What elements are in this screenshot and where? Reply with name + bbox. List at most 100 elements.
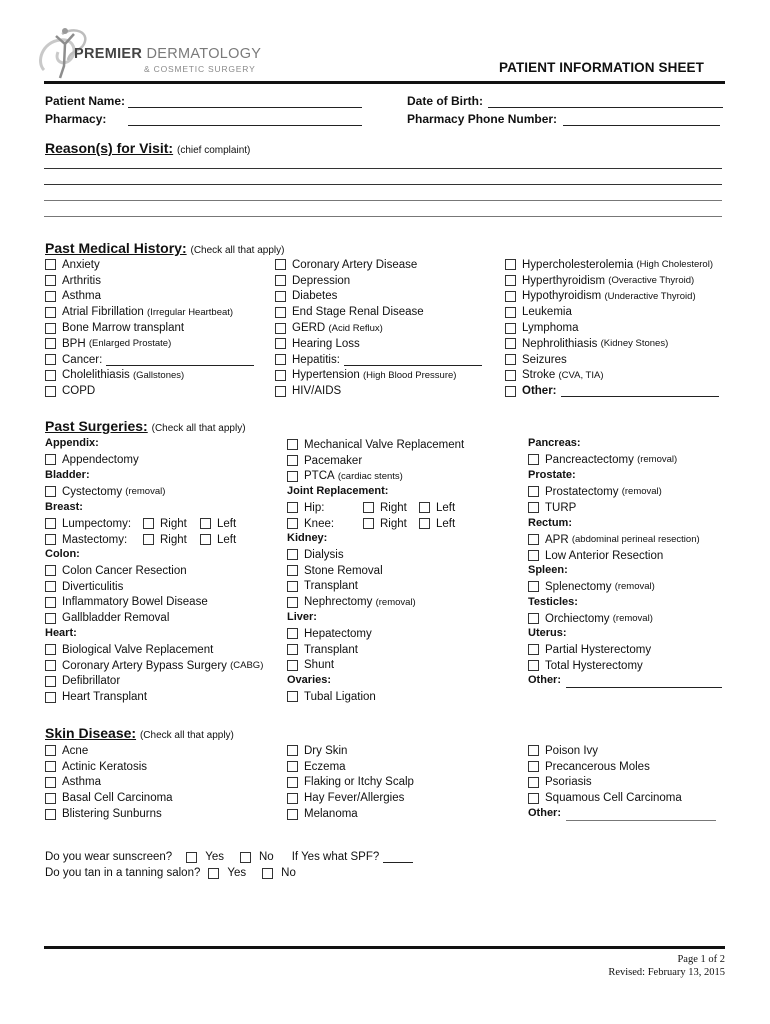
checkbox[interactable] [45,691,56,703]
checkbox[interactable] [287,455,298,467]
lumpectomy-right[interactable]: Right [143,516,187,532]
checkbox[interactable] [287,439,298,451]
surgery-heart-transplant[interactable]: Heart Transplant [45,689,147,705]
history-lymphoma[interactable]: Lymphoma [505,320,578,336]
checkbox[interactable] [287,808,298,820]
patient-name-field[interactable] [128,107,362,108]
checkbox[interactable] [528,776,539,788]
surgery-splenectomy[interactable]: Splenectomy (removal) [528,579,655,595]
skin-actinic-keratosis[interactable]: Actinic Keratosis [45,759,147,775]
write-in-field[interactable] [106,354,255,366]
checkbox[interactable] [505,306,516,318]
skin-basal-cell-carcinoma[interactable]: Basal Cell Carcinoma [45,790,173,806]
checkbox[interactable] [45,454,56,466]
checkbox[interactable] [45,338,56,350]
history-gerd[interactable]: GERD (Acid Reflux) [275,320,383,336]
checkbox[interactable] [528,502,539,514]
checkbox[interactable] [45,660,56,672]
checkbox[interactable] [275,354,286,366]
surgery-low-anterior-resection[interactable]: Low Anterior Resection [528,548,663,564]
skin-other-field[interactable] [566,820,716,821]
pharmacy-field[interactable] [128,125,362,126]
history-coronary-artery-disease[interactable]: Coronary Artery Disease [275,257,417,273]
checkbox[interactable] [528,761,539,773]
history-copd[interactable]: COPD [45,383,95,399]
skin-hay-fever-allergies[interactable]: Hay Fever/Allergies [287,790,404,806]
history-anxiety[interactable]: Anxiety [45,257,100,273]
history-hyperthyroidism[interactable]: Hyperthyroidism (Overactive Thyroid) [505,273,694,289]
checkbox[interactable] [287,761,298,773]
checkbox[interactable] [45,385,56,397]
checkbox[interactable] [45,259,56,271]
checkbox[interactable] [287,691,298,703]
surgery-gallbladder-removal[interactable]: Gallbladder Removal [45,610,169,626]
surgery-colon-cancer-resection[interactable]: Colon Cancer Resection [45,563,187,579]
checkbox[interactable] [200,518,211,530]
checkbox[interactable] [45,596,56,608]
skin-blistering-sunburns[interactable]: Blistering Sunburns [45,806,162,822]
surgery-diverticulitis[interactable]: Diverticulitis [45,579,123,595]
surgery-kidney-transplant[interactable]: Transplant [287,579,358,595]
checkbox[interactable] [45,306,56,318]
history-end-stage-renal-disease[interactable]: End Stage Renal Disease [275,304,424,320]
lumpectomy-left[interactable]: Left [200,516,236,532]
history-depression[interactable]: Depression [275,273,350,289]
mastectomy-right[interactable]: Right [143,532,187,548]
history-cancer[interactable]: Cancer: [45,352,255,368]
skin-melanoma[interactable]: Melanoma [287,806,358,822]
spf-field[interactable] [383,851,414,863]
history-hepatitis[interactable]: Hepatitis: [275,352,482,368]
checkbox[interactable] [45,745,56,757]
surgery-kidney-stone-removal[interactable]: Stone Removal [287,563,383,579]
checkbox[interactable] [275,385,286,397]
checkbox[interactable] [45,675,56,687]
checkbox[interactable] [200,534,211,546]
checkbox[interactable] [505,354,516,366]
checkbox[interactable] [528,454,539,466]
checkbox[interactable] [275,290,286,302]
history-hypertension[interactable]: Hypertension (High Blood Pressure) [275,368,456,384]
skin-flaking-or-itchy-scalp[interactable]: Flaking or Itchy Scalp [287,775,414,791]
knee-right[interactable]: Right [363,516,407,532]
history-hearing-loss[interactable]: Hearing Loss [275,336,360,352]
write-in-field[interactable] [560,385,719,398]
tanning-yes-checkbox[interactable] [208,867,220,879]
history-arthritis[interactable]: Arthritis [45,273,101,289]
skin-asthma[interactable]: Asthma [45,775,101,791]
checkbox[interactable] [275,259,286,271]
skin-psoriasis[interactable]: Psoriasis [528,775,592,791]
checkbox[interactable] [419,502,430,514]
surgery-defibrillator[interactable]: Defibrillator [45,674,120,690]
surgery-liver-shunt[interactable]: Shunt [287,658,334,674]
skin-eczema[interactable]: Eczema [287,759,346,775]
checkbox[interactable] [528,581,539,593]
history-bph[interactable]: BPH (Enlarged Prostate) [45,336,171,352]
checkbox[interactable] [419,518,430,530]
checkbox[interactable] [287,596,298,608]
checkbox[interactable] [45,486,56,498]
write-in-field[interactable] [343,354,482,366]
skin-poison-ivy[interactable]: Poison Ivy [528,743,598,759]
surgery-other-field[interactable] [566,687,722,688]
reason-line-2[interactable] [44,184,722,185]
surgery-liver-transplant[interactable]: Transplant [287,642,358,658]
reason-line-1[interactable] [44,168,722,169]
checkbox[interactable] [45,792,56,804]
checkbox[interactable] [45,354,56,366]
checkbox[interactable] [287,549,298,561]
checkbox[interactable] [45,581,56,593]
checkbox[interactable] [287,776,298,788]
surgery-kidney-nephrectomy[interactable]: Nephrectomy (removal) [287,594,416,610]
surgery-orchiectomy[interactable]: Orchiectomy (removal) [528,611,653,627]
skin-acne[interactable]: Acne [45,743,88,759]
history-diabetes[interactable]: Diabetes [275,289,337,305]
checkbox[interactable] [275,322,286,334]
history-hiv-aids[interactable]: HIV/AIDS [275,383,341,399]
checkbox[interactable] [528,550,539,562]
surgery-tubal-ligation[interactable]: Tubal Ligation [287,689,376,705]
reason-line-3[interactable] [44,200,722,201]
checkbox[interactable] [45,534,56,546]
checkbox[interactable] [505,338,516,350]
checkbox[interactable] [275,306,286,318]
history-other[interactable]: Other: [505,383,719,399]
